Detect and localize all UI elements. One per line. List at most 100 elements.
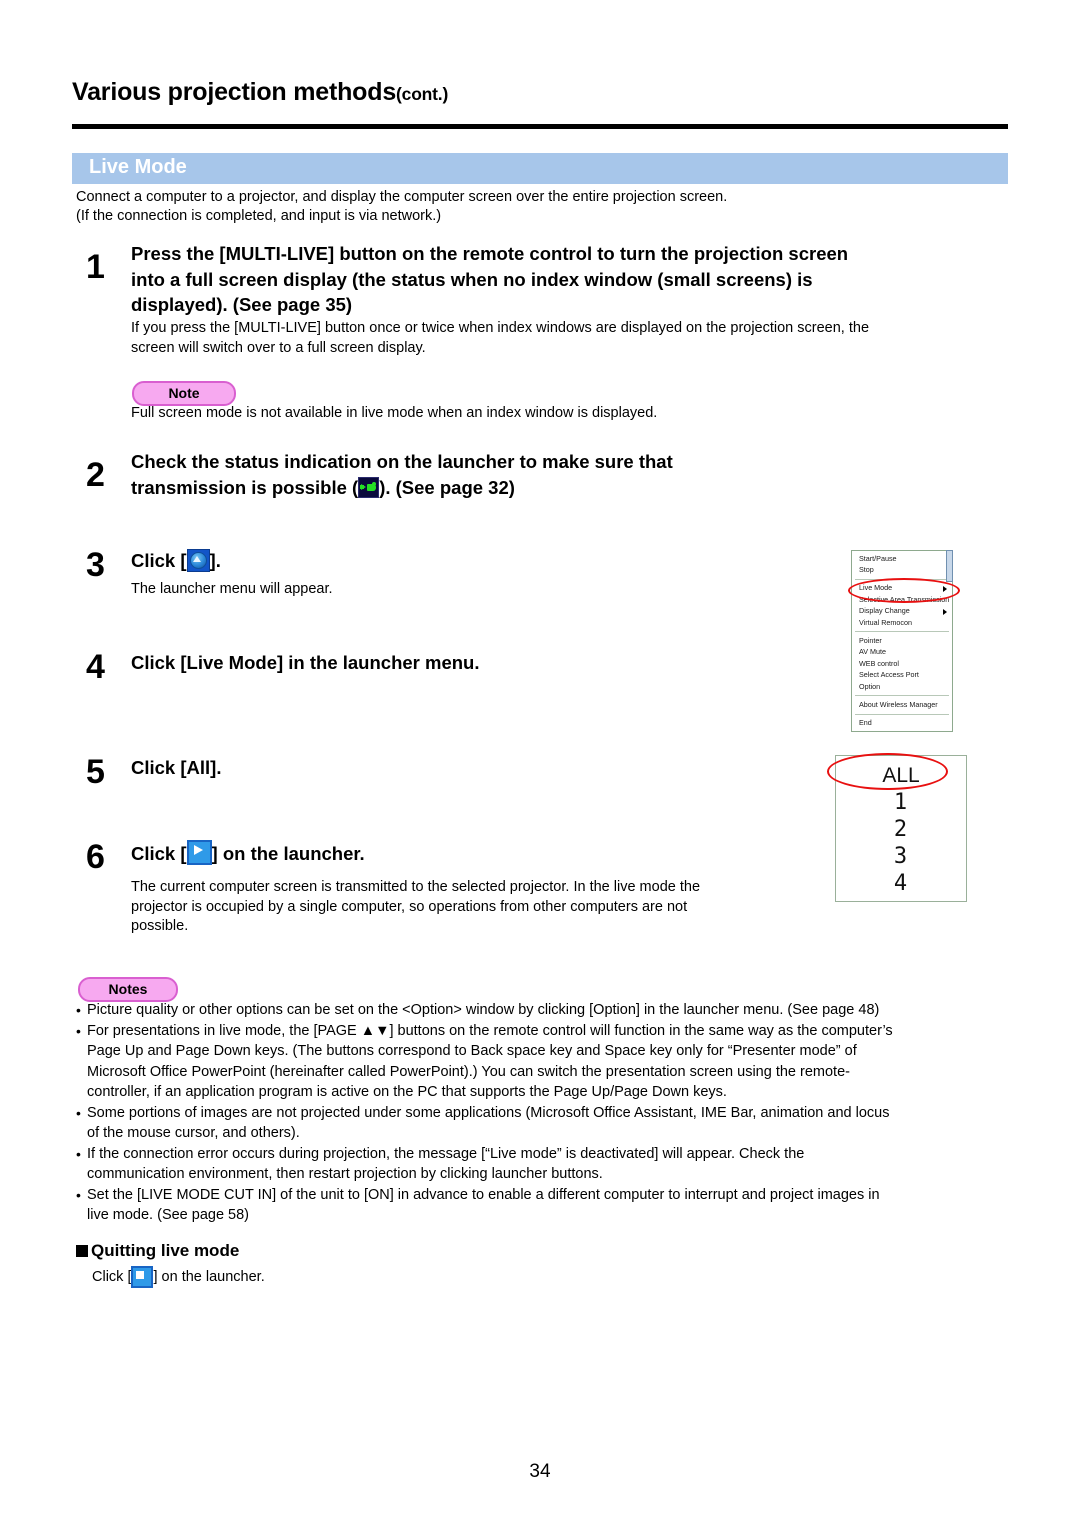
step-6-heading-prefix: Click [ (131, 843, 187, 864)
step-3-body: The launcher menu will appear. (131, 581, 333, 597)
launcher-menu-button-icon (186, 549, 210, 572)
notes-list-item: • Picture quality or other options can b… (76, 1000, 1012, 1021)
notes-line: Some portions of images are not projecte… (87, 1104, 890, 1121)
step-2-heading-line-2: transmission is possible (). (See page 3… (131, 475, 831, 501)
bullet-icon: • (76, 1145, 81, 1162)
step-3-heading-prefix: Click [ (131, 550, 187, 571)
launcher-item-virtual-remocon[interactable]: Virtual Remocon (852, 617, 952, 628)
notes-list-item-text: Set the [LIVE MODE CUT IN] of the unit t… (87, 1185, 1012, 1226)
subsection-body-prefix: Click [ (92, 1269, 132, 1285)
section-banner-label: Live Mode (89, 156, 187, 178)
section-intro: Connect a computer to a projector, and d… (76, 188, 1016, 226)
step-6-body-line-2: projector is occupied by a single comput… (131, 898, 688, 915)
step-1-body-line-2: screen will switch over to a full screen… (131, 339, 426, 356)
step-3-number: 3 (86, 546, 105, 584)
notes-list-item: • Some portions of images are not projec… (76, 1103, 1012, 1144)
note-text: Full screen mode is not available in liv… (131, 405, 658, 421)
projector-select-box: ALL 1 2 3 4 (835, 755, 967, 902)
notes-line: Set the [LIVE MODE CUT IN] of the unit t… (87, 1186, 880, 1203)
launcher-menu-group-3: Pointer AV Mute WEB control Select Acces… (852, 633, 952, 694)
submenu-arrow-icon (943, 585, 947, 592)
note-badge: Note (132, 381, 236, 406)
step-3-heading-suffix: ]. (209, 550, 221, 571)
bullet-icon: • (76, 1022, 81, 1039)
step-6-body-line-1: The current computer screen is transmitt… (131, 879, 701, 895)
step-2-number: 2 (86, 456, 105, 494)
notes-list-item-text: Some portions of images are not projecte… (87, 1103, 1012, 1144)
subsection-body: Click [ ] on the launcher. (92, 1266, 265, 1288)
launcher-item-selective-area-transmission[interactable]: Selective Area Transmission (852, 594, 952, 605)
step-1-body: If you press the [MULTI-LIVE] button onc… (131, 319, 1011, 358)
notes-line: controller, if an application program is… (87, 1084, 727, 1100)
launcher-item-av-mute[interactable]: AV Mute (852, 647, 952, 658)
step-1-heading: Press the [MULTI-LIVE] button on the rem… (131, 241, 1011, 318)
notes-list-item-text: For presentations in live mode, the [PAG… (87, 1021, 1012, 1103)
launcher-item-web-control[interactable]: WEB control (852, 658, 952, 669)
subsection-heading-label: Quitting live mode (91, 1241, 240, 1260)
launcher-separator-1 (855, 578, 949, 580)
notes-list-item: • For presentations in live mode, the [P… (76, 1021, 1012, 1103)
projector-select-row-2[interactable]: 2 (836, 816, 966, 843)
step-6-body: The current computer screen is transmitt… (131, 878, 811, 937)
notes-line: If the connection error occurs during pr… (87, 1145, 805, 1162)
step-6-heading-suffix: ] on the launcher. (211, 843, 365, 864)
section-intro-line-1: Connect a computer to a projector, and d… (76, 189, 728, 205)
launcher-item-live-mode-label: Live Mode (859, 583, 893, 593)
launcher-separator-4 (855, 713, 949, 715)
notes-line: Microsoft Office PowerPoint (hereinafter… (87, 1063, 850, 1080)
notes-badge: Notes (78, 977, 178, 1002)
launcher-item-about-wireless-manager[interactable]: About Wireless Manager (852, 699, 952, 710)
notes-list-item-text: Picture quality or other options can be … (87, 1000, 1012, 1021)
launcher-item-end[interactable]: End (852, 718, 952, 729)
notes-list: • Picture quality or other options can b… (76, 1000, 1012, 1226)
bullet-icon: • (76, 1104, 81, 1121)
section-banner-live-mode: Live Mode (72, 153, 1008, 184)
launcher-item-pointer[interactable]: Pointer (852, 635, 952, 646)
stop-transmit-icon (131, 1266, 154, 1288)
notes-line: communication environment, then restart … (87, 1166, 603, 1182)
step-6-heading: Click [ ] on the launcher. (131, 840, 831, 867)
subsection-body-suffix: ] on the launcher. (153, 1269, 265, 1285)
document-page: Various projection methods(cont.) Live M… (0, 0, 1080, 1527)
projector-select-rows: ALL 1 2 3 4 (836, 762, 966, 897)
projector-select-row-all[interactable]: ALL (836, 762, 966, 789)
page-number: 34 (529, 1461, 551, 1482)
launcher-menu-group-4: About Wireless Manager (852, 697, 952, 712)
step-6-number: 6 (86, 838, 105, 876)
square-bullet-icon (76, 1245, 88, 1257)
step-1-heading-line-2: into a full screen display (the status w… (131, 268, 813, 290)
submenu-arrow-icon (943, 608, 947, 615)
launcher-item-display-change[interactable]: Display Change (852, 606, 952, 617)
page-title-main: Various projection methods (72, 78, 397, 106)
step-2-heading-line-1: Check the status indication on the launc… (131, 451, 673, 472)
step-6-body-line-3: possible. (131, 918, 189, 934)
notes-line: live mode. (See page 58) (87, 1207, 250, 1223)
projector-select-row-4[interactable]: 4 (836, 870, 966, 897)
notes-line: Picture quality or other options can be … (87, 1002, 880, 1018)
step-3-heading: Click []. (131, 548, 731, 574)
section-intro-line-2: (If the connection is completed, and inp… (76, 208, 442, 224)
launcher-item-option[interactable]: Option (852, 681, 952, 692)
launcher-item-start-pause[interactable]: Start/Pause (852, 553, 952, 564)
notes-list-item: • Set the [LIVE MODE CUT IN] of the unit… (76, 1185, 1012, 1226)
subsection-heading-quitting-live-mode: Quitting live mode (76, 1241, 239, 1261)
step-1-number: 1 (86, 248, 105, 286)
step-2-heading-prefix: transmission is possible ( (131, 476, 359, 498)
notes-list-item-text: If the connection error occurs during pr… (87, 1144, 1012, 1185)
projector-select-row-3[interactable]: 3 (836, 843, 966, 870)
step-1-heading-line-1: Press the [MULTI-LIVE] button on the rem… (131, 243, 849, 264)
launcher-item-select-access-port[interactable]: Select Access Port (852, 670, 952, 681)
step-2-heading: Check the status indication on the launc… (131, 449, 831, 500)
page-title: Various projection methods(cont.) (72, 78, 1008, 107)
launcher-item-display-change-label: Display Change (859, 606, 910, 616)
step-1-body-line-1: If you press the [MULTI-LIVE] button onc… (131, 320, 870, 336)
notes-badge-label: Notes (108, 981, 148, 997)
projector-select-row-1[interactable]: 1 (836, 789, 966, 816)
bullet-icon: • (76, 1002, 81, 1018)
notes-list-item: • If the connection error occurs during … (76, 1144, 1012, 1185)
launcher-item-live-mode[interactable]: Live Mode (852, 583, 952, 594)
page-header: Various projection methods(cont.) (72, 78, 1008, 107)
step-1-heading-line-3: displayed). (See page 35) (131, 294, 353, 315)
launcher-menu-graphic: Start/Pause Stop Live Mode Selective Are… (851, 550, 953, 733)
launcher-item-stop[interactable]: Stop (852, 564, 952, 575)
